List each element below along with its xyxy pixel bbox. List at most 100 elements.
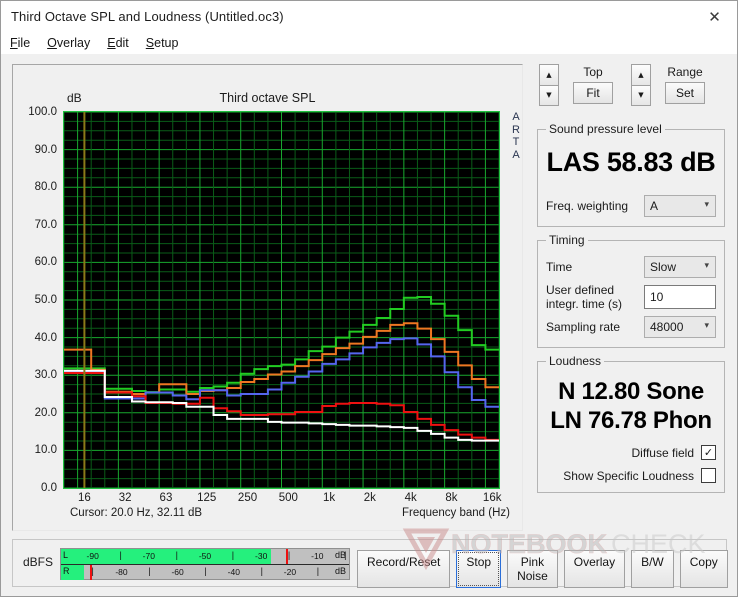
level-meter-left-row: L dB -90 | -70 | -50 | -30 | -10 | <box>61 549 349 565</box>
transport-button-record-reset[interactable]: Record/Reset <box>357 550 451 588</box>
transport-button-stop[interactable]: Stop <box>456 550 502 588</box>
meter-tick-label: -20 <box>283 567 297 577</box>
transport-button-overlay[interactable]: Overlay <box>563 550 626 588</box>
menu-bar: File Overlay Edit Setup <box>1 32 737 54</box>
menu-setup-mnemonic: S <box>145 35 155 50</box>
menu-item-file[interactable]: File <box>10 36 30 50</box>
scale-controls: ▲ ▼ Top Fit ▲ ▼ Range Set <box>531 64 729 116</box>
range-scale-group: ▲ ▼ Range Set <box>631 64 713 106</box>
meter-tick-mark: | <box>287 550 291 560</box>
integration-time-label-line2: integr. time (s) <box>546 297 623 311</box>
menu-edit-rest: dit <box>115 35 129 50</box>
integration-time-label-line1: User defined <box>546 283 615 297</box>
specific-loudness-label: Show Specific Loudness <box>563 468 694 483</box>
range-label-col: Range Set <box>657 64 713 104</box>
meter-tick-mark: | <box>119 550 122 560</box>
loudness-group: Loudness N 12.80 Sone LN 76.78 Phon Diff… <box>537 354 725 493</box>
fit-button[interactable]: Fit <box>573 82 613 104</box>
application-window: Third Octave SPL and Loudness (Untitled.… <box>0 0 738 597</box>
transport-button-copy[interactable]: Copy <box>679 550 728 588</box>
x-tick-label: 16 <box>77 492 91 504</box>
spl-reading: LAS 58.83 dB <box>546 147 716 177</box>
menu-overlay-rest: verlay <box>56 35 91 50</box>
menu-setup-rest: etup <box>154 35 179 50</box>
x-tick-label: 8k <box>445 492 458 504</box>
right-control-column: ▲ ▼ Top Fit ▲ ▼ Range Set Sound pressure… <box>531 64 729 493</box>
top-label: Top <box>583 65 603 79</box>
menu-item-setup[interactable]: Setup <box>146 36 179 50</box>
meter-tick-label: -90 <box>86 551 99 561</box>
meter-tick-mark: | <box>148 566 151 576</box>
range-label: Range <box>667 65 703 79</box>
transport-button-b-w[interactable]: B/W <box>631 550 674 588</box>
top-scale-group: ▲ ▼ Top Fit <box>539 64 621 106</box>
level-meter-right-row: R dB | -80 | -60 | -40 | -20 | <box>61 565 349 580</box>
diffuse-field-checkbox[interactable]: ✓ <box>701 445 716 460</box>
set-button[interactable]: Set <box>665 82 705 104</box>
chart-panel: Third octave SPL dB 0.0 10.0 20.0 30.0 40.0 5… <box>12 64 523 531</box>
menu-file-rest: ile <box>17 35 31 50</box>
meter-tick-label: -30 <box>255 551 268 561</box>
top-label-col: Top Fit <box>565 64 621 104</box>
sampling-rate-label: Sampling rate <box>546 320 621 334</box>
freq-weighting-select[interactable]: A ▾ <box>644 195 716 217</box>
top-spinner-up-icon[interactable]: ▲ <box>539 64 559 85</box>
loudness-readings: N 12.80 Sone LN 76.78 Phon <box>546 372 716 437</box>
menu-item-edit[interactable]: Edit <box>107 36 129 50</box>
meter-tick-label: -40 <box>227 567 240 577</box>
top-spinner-down-icon[interactable]: ▼ <box>539 84 559 106</box>
loudness-group-label: Loudness <box>549 354 602 368</box>
integration-time-value: 10 <box>650 290 664 304</box>
bottom-bar: dBFS L dB -90 | -70 | -50 | -30 | -10 | R dB | -80… <box>12 539 728 588</box>
x-axis-tick-labels: 16 32 63 125 250 500 1k 2k 4k 8k 16k <box>13 65 522 530</box>
sound-pressure-level-group: Sound pressure level LAS 58.83 dB Freq. … <box>537 122 725 227</box>
specific-loudness-row[interactable]: Show Specific Loudness <box>546 468 716 483</box>
x-tick-label: 4k <box>404 492 417 504</box>
integration-time-row: User defined integr. time (s) 10 <box>546 283 716 311</box>
x-tick-label: 63 <box>159 492 173 504</box>
transport-buttons: Record/Reset Stop Pink Noise Overlay B/W Copy <box>357 550 728 588</box>
sampling-rate-value: 48000 <box>650 320 684 334</box>
check-icon: ✓ <box>703 446 714 459</box>
meter-tick-mark: | <box>344 550 347 560</box>
meter-tick-label: -10 <box>311 551 324 561</box>
time-row: Time Slow ▾ <box>546 256 716 278</box>
integration-time-input[interactable]: 10 <box>644 285 716 309</box>
x-tick-label: 1k <box>323 492 336 504</box>
x-axis-label: Frequency band (Hz) <box>401 507 510 519</box>
integration-time-label: User defined integr. time (s) <box>546 283 644 311</box>
timing-group: Timing Time Slow ▾ User defined integr. … <box>537 233 725 348</box>
menu-item-overlay[interactable]: Overlay <box>47 36 90 50</box>
meter-tick-mark: | <box>316 566 320 576</box>
title-bar: Third Octave SPL and Loudness (Untitled.… <box>1 1 737 32</box>
right-meter-unit: dB <box>334 566 346 576</box>
transport-button-pink-noise[interactable]: Pink Noise <box>507 550 558 588</box>
meter-tick-label: -70 <box>142 551 155 561</box>
meter-tick-label: -50 <box>198 551 212 561</box>
chevron-down-icon: ▾ <box>704 200 709 210</box>
x-tick-label: 250 <box>237 492 258 504</box>
meter-tick-mark: | <box>204 566 207 576</box>
range-spinner[interactable]: ▲ ▼ <box>631 64 651 106</box>
sampling-rate-select[interactable]: 48000 ▾ <box>644 316 716 338</box>
chevron-down-icon: ▾ <box>704 321 709 331</box>
specific-loudness-checkbox[interactable] <box>701 468 716 483</box>
meter-tick-label: -60 <box>171 567 184 577</box>
loudness-phon: LN 76.78 Phon <box>550 407 712 434</box>
x-tick-label: 16k <box>482 492 502 504</box>
window-title: Third Octave SPL and Loudness (Untitled.… <box>11 9 284 24</box>
range-spinner-down-icon[interactable]: ▼ <box>631 84 651 106</box>
time-select[interactable]: Slow ▾ <box>644 256 716 278</box>
left-channel-label: L <box>63 550 69 560</box>
right-channel-label: R <box>63 566 70 576</box>
range-spinner-up-icon[interactable]: ▲ <box>631 64 651 85</box>
top-spinner[interactable]: ▲ ▼ <box>539 64 559 106</box>
menu-file-mnemonic: F <box>10 35 18 50</box>
meter-tick-mark: | <box>91 566 94 576</box>
meter-tick-mark: | <box>260 566 263 576</box>
meter-tick-mark: | <box>231 550 235 560</box>
close-icon[interactable]: ✕ <box>692 1 737 32</box>
freq-weighting-row: Freq. weighting A ▾ <box>546 195 716 217</box>
diffuse-field-row[interactable]: Diffuse field ✓ <box>546 445 716 460</box>
level-meter[interactable]: L dB -90 | -70 | -50 | -30 | -10 | R dB | -80 | -60 |… <box>60 548 350 580</box>
